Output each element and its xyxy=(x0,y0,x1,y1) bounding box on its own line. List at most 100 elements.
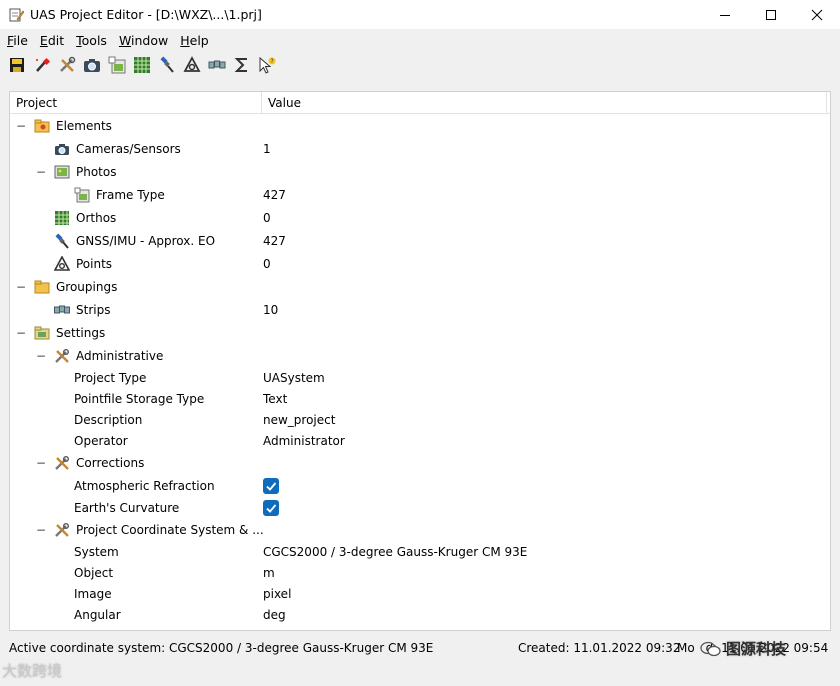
toolbar-frame-button[interactable] xyxy=(104,53,129,77)
tree-row-image[interactable]: Image pixel xyxy=(10,583,830,605)
collapse-toggle[interactable]: − xyxy=(36,161,46,183)
tree-row-operator[interactable]: Operator Administrator xyxy=(10,430,830,452)
tree-row-atmospheric-refraction[interactable]: Atmospheric Refraction xyxy=(10,475,830,497)
tree-row-value[interactable]: 10 xyxy=(263,299,278,321)
tree-row-administrative[interactable]: − Administrative xyxy=(10,345,830,367)
tree-row-value[interactable]: pixel xyxy=(263,583,291,605)
menu-window[interactable]: Window xyxy=(113,33,174,48)
collapse-toggle[interactable]: − xyxy=(36,452,46,474)
menu-help[interactable]: Help xyxy=(174,33,215,48)
tree-row-value[interactable]: Text xyxy=(263,388,287,410)
tree-row-pointfile-storage-type[interactable]: Pointfile Storage Type Text xyxy=(10,388,830,410)
toolbar-camera-button[interactable] xyxy=(79,53,104,77)
gnss-satellite-icon xyxy=(159,56,174,73)
tree-row-value[interactable]: 427 xyxy=(263,184,286,206)
tree-row-description[interactable]: Description new_project xyxy=(10,409,830,431)
tree-row-earth-s-curvature[interactable]: Earth's Curvature xyxy=(10,497,830,519)
tree-row-value[interactable]: 0 xyxy=(263,207,271,229)
tree-row-groupings[interactable]: − Groupings xyxy=(10,276,830,298)
toolbar-gnss-button[interactable] xyxy=(154,53,179,77)
strips-icon xyxy=(54,305,70,314)
minimize-button[interactable] xyxy=(702,0,748,29)
tree-row-label: Project Coordinate System & ... xyxy=(76,523,264,537)
column-header-value[interactable]: Value xyxy=(262,92,827,114)
toolbar-save-button[interactable] xyxy=(4,53,29,77)
tools-icon xyxy=(55,523,69,537)
frame-photo-icon xyxy=(108,56,125,74)
tree-row-object[interactable]: Object m xyxy=(10,562,830,584)
ortho-icon xyxy=(55,211,69,225)
column-header-project[interactable]: Project xyxy=(10,92,262,114)
tree-row-label: Cameras/Sensors xyxy=(76,142,181,156)
collapse-toggle[interactable]: − xyxy=(16,276,26,298)
tools-icon xyxy=(59,56,75,72)
menu-tools[interactable]: Tools xyxy=(70,33,113,48)
save-icon xyxy=(9,58,24,72)
collapse-toggle[interactable]: − xyxy=(36,519,46,541)
tree-row-label: System xyxy=(74,545,119,559)
menu-file[interactable]: File xyxy=(0,33,34,48)
title-bar: UAS Project Editor - [D:\WXZ\...\1.prj] xyxy=(0,0,840,29)
tree-row-label: Orthos xyxy=(76,211,117,225)
toolbar-tools-button[interactable] xyxy=(54,53,79,77)
tree-row-orthos[interactable]: Orthos 0 xyxy=(10,207,830,229)
tree-row-frame-type[interactable]: Frame Type 427 xyxy=(10,184,830,206)
collapse-toggle[interactable]: − xyxy=(16,322,26,344)
points-icon xyxy=(54,256,70,271)
tree-row-value[interactable]: 427 xyxy=(263,230,286,252)
project-tree[interactable]: Project Value − Elements Cameras/Sensors 1−… xyxy=(9,91,831,631)
toolbar-help-pointer-button[interactable]: ? xyxy=(254,53,279,77)
status-active-cs: Active coordinate system: CGCS2000 / 3-d… xyxy=(9,641,434,655)
tree-row-corrections[interactable]: − Corrections xyxy=(10,452,830,474)
maximize-icon xyxy=(766,9,776,20)
points-icon xyxy=(182,56,201,72)
elements-folder-icon xyxy=(34,119,50,133)
tree-row-label: Administrative xyxy=(76,349,164,363)
collapse-toggle[interactable]: − xyxy=(36,345,46,367)
collapse-toggle[interactable]: − xyxy=(16,115,26,137)
tree-row-points[interactable]: Points 0 xyxy=(10,253,830,275)
tree-row-label: Object xyxy=(74,566,114,580)
strips-icon xyxy=(208,60,225,69)
tree-row-value[interactable]: UASystem xyxy=(263,367,325,389)
checkbox-atmospheric-refraction[interactable] xyxy=(263,478,279,494)
maximize-button[interactable] xyxy=(748,0,794,29)
toolbar: ? xyxy=(0,51,840,79)
svg-text:?: ? xyxy=(270,58,273,65)
toolbar-ortho-button[interactable] xyxy=(129,53,154,77)
toolbar-sigma-button[interactable] xyxy=(229,53,254,77)
toolbar-wand-button[interactable] xyxy=(29,53,54,77)
tree-row-project-coordinate-system[interactable]: − Project Coordinate System & ... xyxy=(10,519,830,541)
minimize-icon xyxy=(720,14,730,16)
tree-row-cameras-sensors[interactable]: Cameras/Sensors 1 xyxy=(10,138,830,160)
tree-row-elements[interactable]: − Elements xyxy=(10,115,830,137)
tree-row-project-type[interactable]: Project Type UASystem xyxy=(10,367,830,389)
checkbox-earth-s-curvature[interactable] xyxy=(263,500,279,516)
tree-row-gnss-imu-approx-eo[interactable]: GNSS/IMU - Approx. EO 427 xyxy=(10,230,830,252)
toolbar-points-button[interactable] xyxy=(179,53,204,77)
toolbar-strips-button[interactable] xyxy=(204,53,229,77)
tree-row-value[interactable]: m xyxy=(263,562,275,584)
gnss-satellite-icon xyxy=(55,233,69,249)
tree-row-value[interactable]: deg xyxy=(263,604,286,626)
tree-row-label: Description xyxy=(74,413,143,427)
tree-row-photos[interactable]: − Photos xyxy=(10,161,830,183)
tree-row-system[interactable]: System CGCS2000 / 3-degree Gauss-Kruger C… xyxy=(10,541,830,563)
tree-row-label: Angular xyxy=(74,608,121,622)
tree-row-value[interactable]: 0 xyxy=(263,253,271,275)
tree-row-label: Points xyxy=(76,257,113,271)
tree-row-angular[interactable]: Angular deg xyxy=(10,604,830,626)
menu-bar: File Edit Tools Window Help xyxy=(0,29,840,51)
tree-row-strips[interactable]: Strips 10 xyxy=(10,299,830,321)
menu-edit[interactable]: Edit xyxy=(34,33,70,48)
close-button[interactable] xyxy=(794,0,840,29)
tree-row-settings[interactable]: − Settings xyxy=(10,322,830,344)
tree-row-value[interactable]: new_project xyxy=(263,409,335,431)
tree-row-value[interactable]: 1 xyxy=(263,138,271,160)
settings-folder-icon xyxy=(34,326,50,340)
tree-row-value[interactable]: CGCS2000 / 3-degree Gauss-Kruger CM 93E xyxy=(263,541,527,563)
pointer-help-icon: ? xyxy=(259,56,275,74)
watermark-bottom-right: 图源科技 xyxy=(700,638,786,659)
tools-icon xyxy=(55,349,69,363)
tree-row-value[interactable]: Administrator xyxy=(263,430,345,452)
